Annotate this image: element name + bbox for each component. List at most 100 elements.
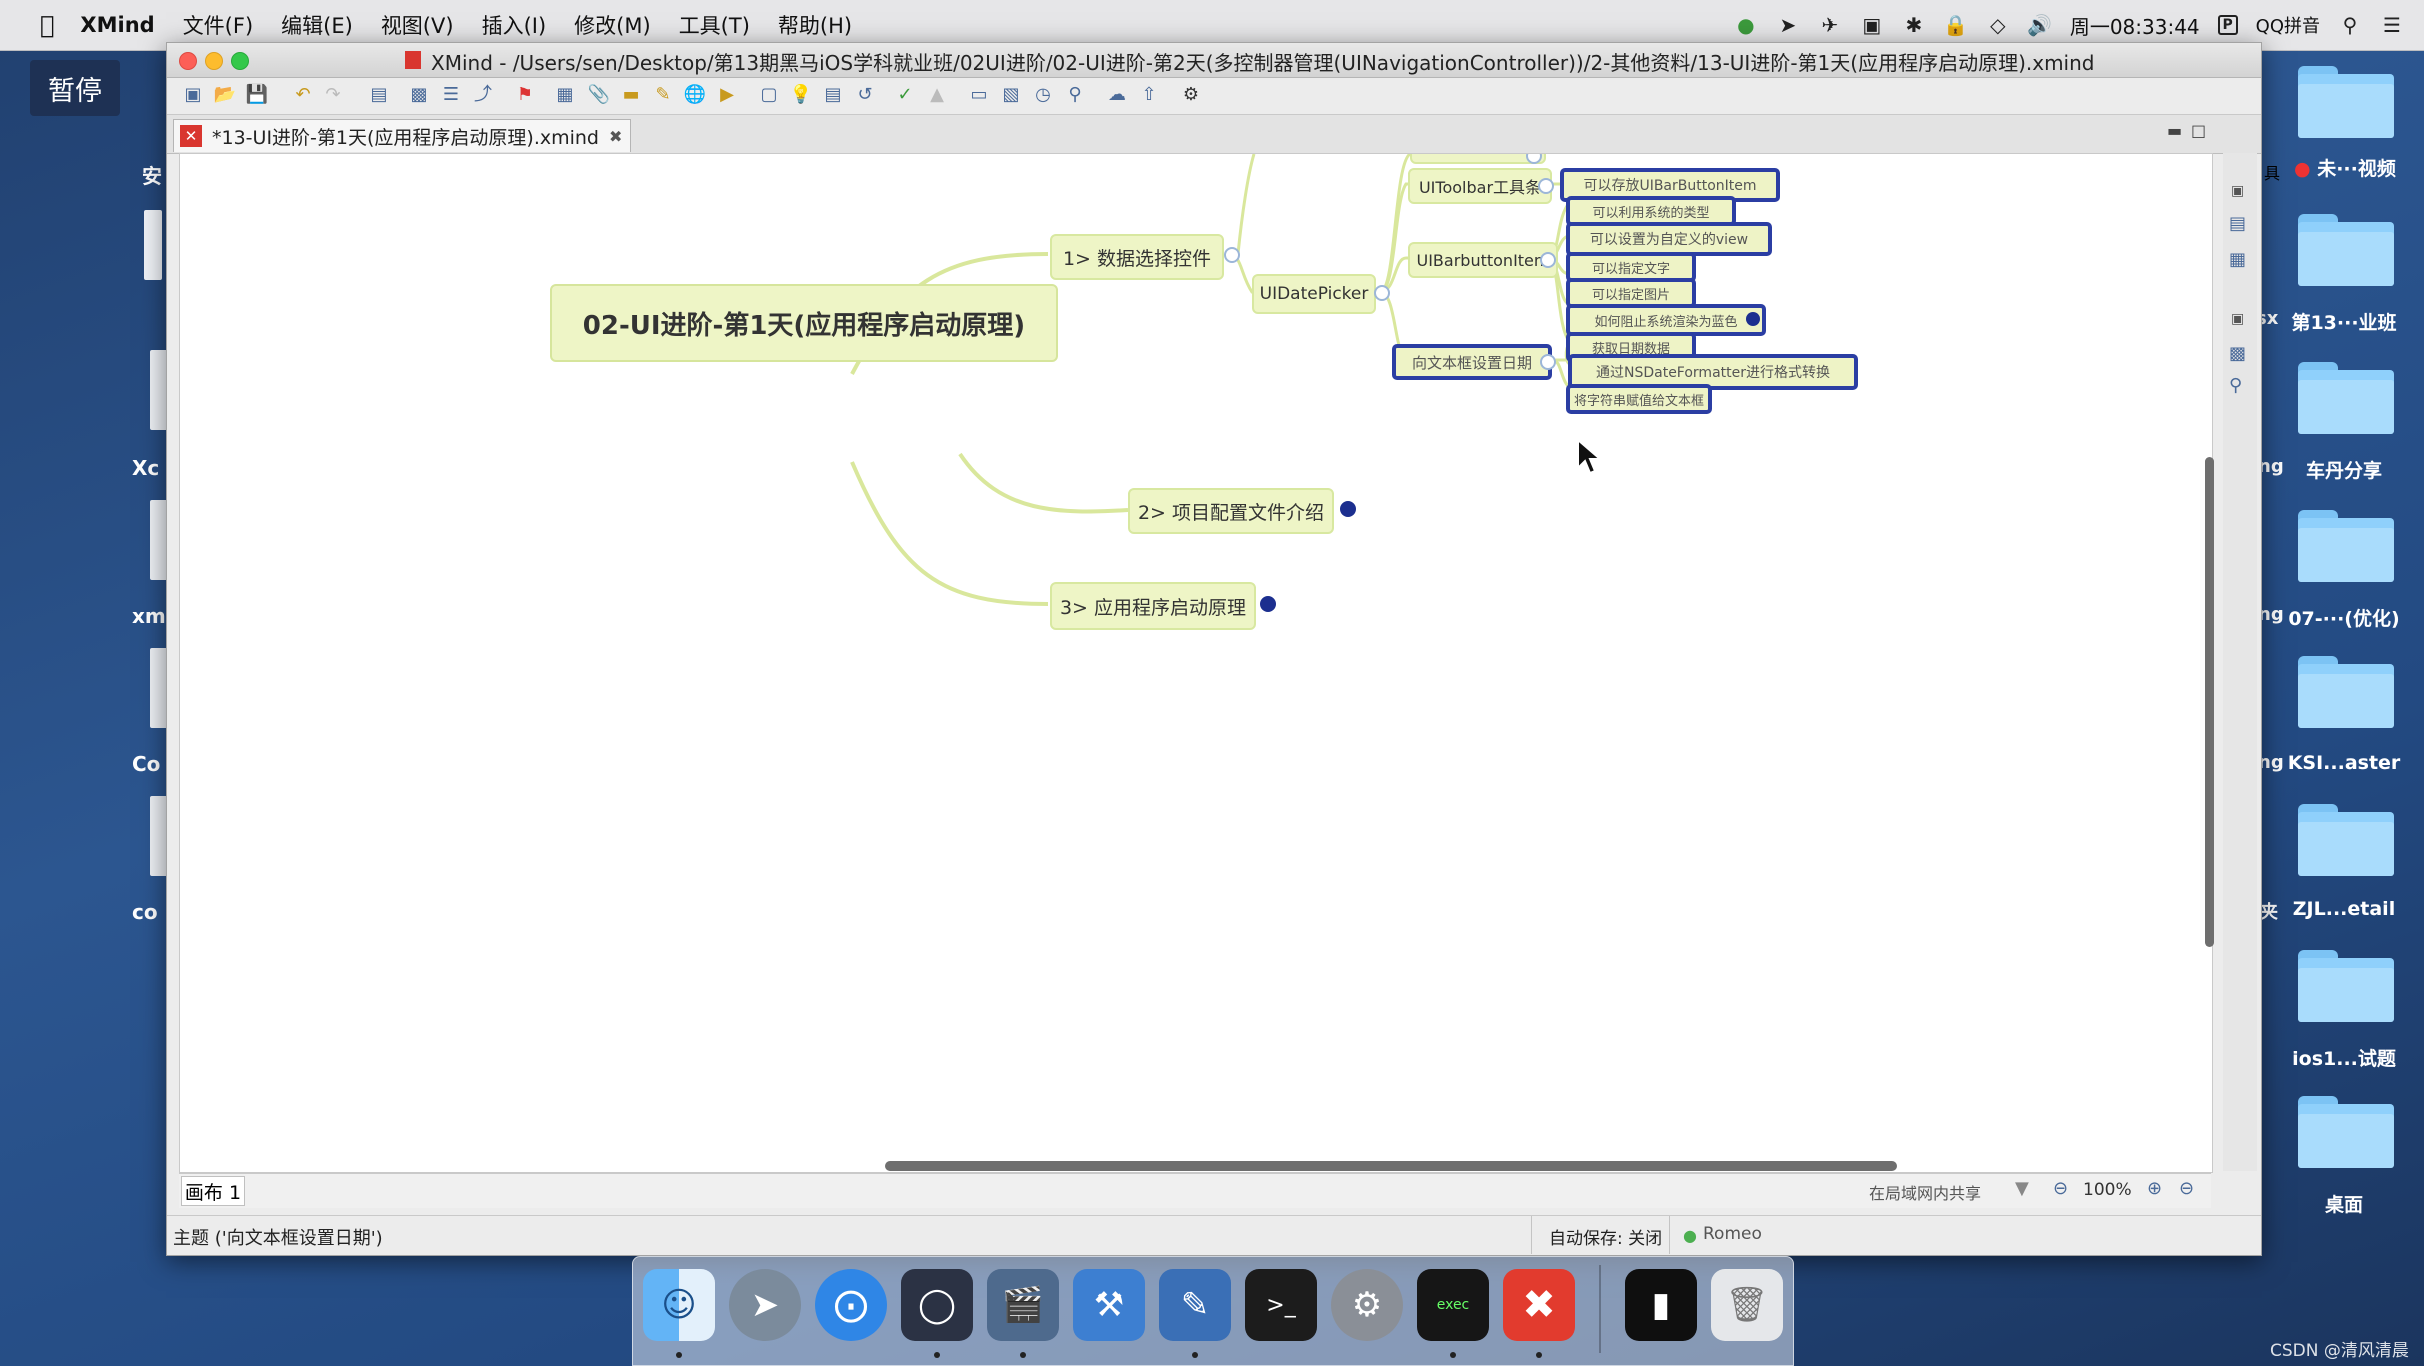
leaf-topic[interactable]: 可以设置为自定义的view <box>1566 222 1772 256</box>
insert-topic-icon[interactable]: ▤ <box>367 84 391 106</box>
safari-icon[interactable]: ⨀ <box>815 1269 887 1341</box>
folder-label[interactable]: 车丹分享 <box>2264 456 2424 483</box>
search-doc-icon[interactable]: ⚲ <box>1063 84 1087 106</box>
expand-marker-dot[interactable] <box>1260 596 1276 612</box>
upload-icon[interactable]: ☁ <box>1105 84 1129 106</box>
menu-help[interactable]: 帮助(H) <box>778 10 852 40</box>
title-bar[interactable]: XMind - /Users/sen/Desktop/第13期黑马iOS学科就业… <box>167 43 2261 78</box>
bluetooth-icon[interactable]: ✱ <box>1902 13 1926 37</box>
desktop-video-item[interactable]: ● 未···视频 <box>2294 154 2396 181</box>
folder-label[interactable]: KSI...aster <box>2264 752 2424 774</box>
drill-icon[interactable]: ↺ <box>853 84 877 106</box>
finder-icon[interactable]: ☺ <box>643 1269 715 1341</box>
share-disabled-icon[interactable]: ▲ <box>925 84 949 106</box>
video-editor-icon[interactable]: 🎬 <box>987 1269 1059 1341</box>
camera-icon[interactable]: ▣ <box>1860 13 1884 37</box>
properties-icon[interactable]: ▤ <box>2229 213 2246 234</box>
folder-icon[interactable] <box>2298 656 2394 728</box>
menu-insert[interactable]: 插入(I) <box>482 10 547 40</box>
clock-icon[interactable]: ◷ <box>1031 84 1055 106</box>
collapse-toggle[interactable] <box>1540 354 1556 370</box>
fit-icon[interactable]: ⊖ <box>2179 1178 2194 1199</box>
zoom-level[interactable]: 100% <box>2083 1180 2132 1200</box>
restore-panel-icon[interactable]: ▣ <box>2231 311 2244 327</box>
menu-view[interactable]: 视图(V) <box>381 10 454 40</box>
collapse-toggle[interactable] <box>1224 247 1240 263</box>
menu-file[interactable]: 文件(F) <box>183 10 253 40</box>
expand-marker-dot[interactable] <box>1746 312 1760 326</box>
restore-panel-icon[interactable]: ▣ <box>2231 183 2244 199</box>
system-preferences-icon[interactable]: ⚙ <box>1331 1269 1403 1341</box>
maximize-editor-icon[interactable]: □ <box>2191 121 2206 140</box>
filter-icon[interactable]: ▼ <box>2015 1178 2029 1199</box>
presentation-icon[interactable]: ▭ <box>967 84 991 106</box>
spotlight-icon[interactable]: ⚲ <box>2338 13 2362 37</box>
close-window-button[interactable] <box>179 52 197 70</box>
plane-icon[interactable]: ✈ <box>1818 13 1842 37</box>
folder-label[interactable]: 桌面 <box>2264 1190 2424 1217</box>
minimize-window-button[interactable] <box>205 52 223 70</box>
folder-label[interactable]: ZJL...etail <box>2264 898 2424 920</box>
share-label[interactable]: 在局域网内共享 <box>1869 1180 1981 1204</box>
clock[interactable]: 周一08:33:44 <box>2070 11 2200 40</box>
open-icon[interactable]: 📂 <box>213 84 237 106</box>
expand-marker-dot[interactable] <box>1340 501 1356 517</box>
xcode-icon[interactable]: ⚒ <box>1073 1269 1145 1341</box>
subtopic-icon[interactable]: ▩ <box>407 84 431 106</box>
folder-label[interactable]: ios1...试题 <box>2264 1044 2424 1071</box>
trash-icon[interactable]: 🗑 <box>1711 1269 1783 1341</box>
zoom-search-icon[interactable]: ⚲ <box>2229 375 2242 396</box>
zoom-window-button[interactable] <box>231 52 249 70</box>
central-topic[interactable]: 02-UI进阶-第1天(应用程序启动原理) <box>550 284 1058 362</box>
outline-icon[interactable]: ▦ <box>2229 249 2246 270</box>
image-icon[interactable]: ▦ <box>553 84 577 106</box>
close-tab-icon[interactable]: ✖ <box>609 127 622 146</box>
undo-icon[interactable]: ↶ <box>291 84 315 106</box>
relationship-icon[interactable]: ⤴ <box>471 84 495 106</box>
folder-icon[interactable] <box>2298 66 2394 138</box>
desktop-file-fragment[interactable] <box>144 210 162 280</box>
preview-icon[interactable]: ▮ <box>1625 1269 1697 1341</box>
save-icon[interactable]: 💾 <box>245 84 269 106</box>
folder-label[interactable]: 07-···(优化) <box>2264 604 2424 631</box>
collapse-toggle[interactable] <box>1538 178 1554 194</box>
apple-icon[interactable]:  <box>40 11 54 39</box>
instruments-icon[interactable]: ✎ <box>1159 1269 1231 1341</box>
pause-overlay[interactable]: 暂停 <box>30 60 120 116</box>
sheet-tab[interactable]: 画布 1 <box>181 1176 245 1206</box>
folder-icon[interactable] <box>2298 1096 2394 1168</box>
uidatepicker-topic[interactable]: UIDatePicker <box>1252 274 1376 314</box>
vertical-scrollbar[interactable] <box>2205 457 2214 947</box>
folder-icon[interactable] <box>2298 950 2394 1022</box>
folder-label[interactable]: 第13···业班 <box>2264 308 2424 335</box>
branch-topic-2[interactable]: 2> 项目配置文件介绍 <box>1128 488 1334 534</box>
label-icon[interactable]: ▬ <box>619 84 643 106</box>
collapse-toggle[interactable] <box>1540 252 1556 268</box>
zoom-out-icon[interactable]: ⊖ <box>2053 1178 2068 1199</box>
horizontal-scrollbar[interactable] <box>885 1161 1897 1171</box>
boundary-icon[interactable]: ▢ <box>757 84 781 106</box>
xmind-icon[interactable]: ✖ <box>1503 1269 1575 1341</box>
user-name[interactable]: Romeo <box>1703 1224 1762 1244</box>
uibarbuttonitem-topic[interactable]: UIBarbuttonItem <box>1408 242 1558 278</box>
task-icon[interactable]: ✓ <box>893 84 917 106</box>
folder-icon[interactable] <box>2298 804 2394 876</box>
menu-app-name[interactable]: XMind <box>80 13 154 37</box>
autosave-status[interactable]: 自动保存: 关闭 <box>1549 1224 1662 1249</box>
mouse-icon[interactable]: ◯ <box>901 1269 973 1341</box>
list-icon[interactable]: ☰ <box>439 84 463 106</box>
location-icon[interactable]: ➤ <box>1776 13 1800 37</box>
gear-icon[interactable]: ⚙ <box>1179 84 1203 106</box>
menu-modify[interactable]: 修改(M) <box>574 10 651 40</box>
marker-icon[interactable]: ⚑ <box>513 84 537 106</box>
new-icon[interactable]: ▣ <box>181 84 205 106</box>
leaf-topic[interactable]: 将字符串赋值给文本框 <box>1566 384 1712 414</box>
gantt-icon[interactable]: ▧ <box>999 84 1023 106</box>
folder-icon[interactable] <box>2298 510 2394 582</box>
collapse-toggle[interactable] <box>1374 285 1390 301</box>
folder-icon[interactable] <box>2298 214 2394 286</box>
zoom-in-icon[interactable]: ⊕ <box>2147 1178 2162 1199</box>
terminal-icon[interactable]: >_ <box>1245 1269 1317 1341</box>
notification-list-icon[interactable]: ☰ <box>2380 13 2404 37</box>
input-method-label[interactable]: QQ拼音 <box>2256 12 2320 38</box>
